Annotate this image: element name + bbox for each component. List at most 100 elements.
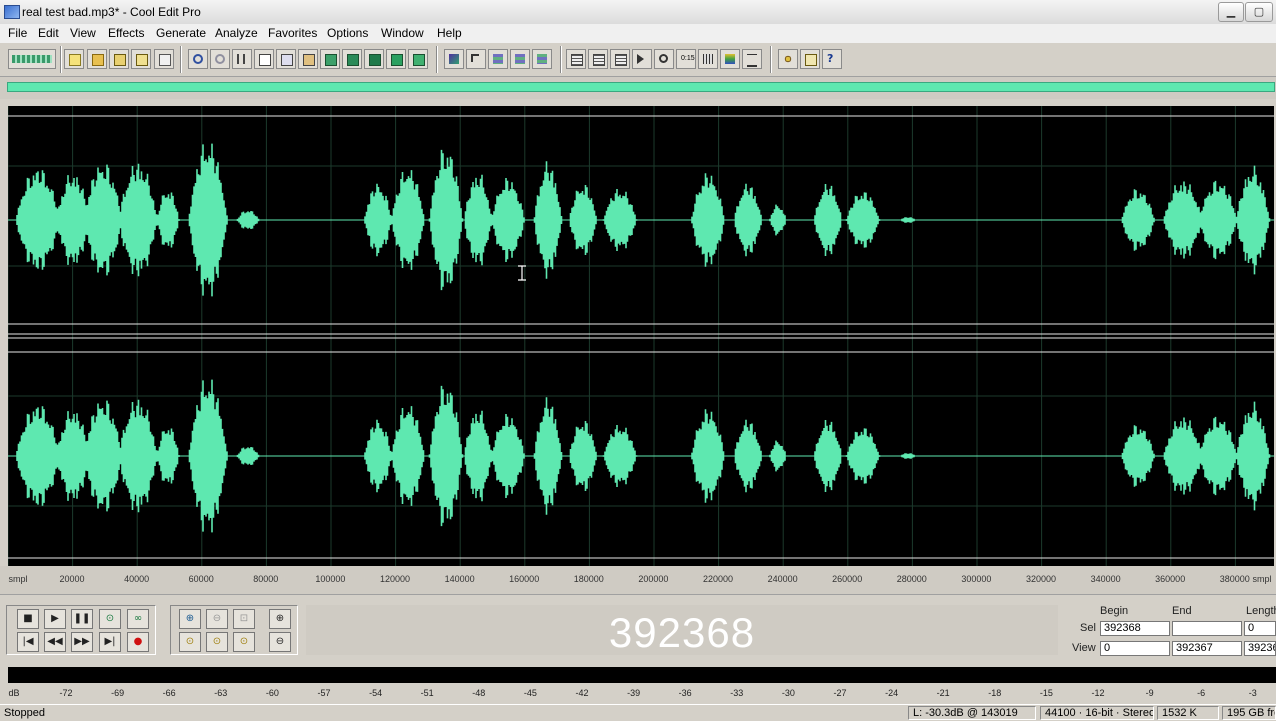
menu-window[interactable]: Window: [381, 26, 424, 40]
paste-special-button[interactable]: [408, 49, 428, 69]
title-bar: real test bad.mp3* - Cool Edit Pro ▁ ▢: [0, 0, 1276, 25]
new-file-button[interactable]: [64, 49, 84, 69]
settings-button[interactable]: [778, 49, 798, 69]
mix-paste-button[interactable]: [342, 49, 362, 69]
zoom-in-horizontal-button[interactable]: ⊕: [179, 609, 201, 629]
rewind-button[interactable]: ◀◀: [44, 632, 66, 652]
copy-button[interactable]: [254, 49, 274, 69]
show-levels-button[interactable]: [610, 49, 630, 69]
spectral-view-button[interactable]: [466, 49, 486, 69]
go-to-end-button[interactable]: ▶|: [99, 632, 121, 652]
meter-tick-label: -48: [472, 688, 486, 698]
paste-to-new-button[interactable]: [320, 49, 340, 69]
save-button[interactable]: [109, 49, 129, 69]
menu-help[interactable]: Help: [437, 26, 462, 40]
menu-favorites[interactable]: Favorites: [268, 26, 317, 40]
sel-begin-field[interactable]: 392368: [1100, 621, 1170, 636]
view-begin-field[interactable]: 0: [1100, 641, 1170, 656]
delete-silence-button[interactable]: [386, 49, 406, 69]
show-keyboard-button[interactable]: [698, 49, 718, 69]
zoom-right-button[interactable]: ⊙: [206, 632, 228, 652]
open-file-button[interactable]: [87, 49, 107, 69]
meter-tick-label: -15: [1039, 688, 1053, 698]
menu-edit[interactable]: Edit: [38, 26, 59, 40]
meter-tick-label: -18: [988, 688, 1002, 698]
info-button[interactable]: [532, 49, 552, 69]
trim-button[interactable]: [364, 49, 384, 69]
time-format-icon: 0:15: [681, 55, 695, 62]
ruler-tick-label: 180000: [573, 574, 604, 584]
menu-view[interactable]: View: [70, 26, 96, 40]
status-level: L: -30.3dB @ 143019: [908, 706, 1036, 720]
zoom-selection-button[interactable]: ⊙: [233, 632, 255, 652]
show-cues-button[interactable]: [488, 49, 508, 69]
playlist-button[interactable]: [510, 49, 530, 69]
pause-button[interactable]: ❚❚: [71, 609, 93, 629]
minimize-button[interactable]: ▁: [1218, 2, 1244, 22]
zoom-full-button[interactable]: ⊡: [233, 609, 255, 629]
zoom-out-horizontal-button[interactable]: ⊖: [206, 609, 228, 629]
help-button[interactable]: ?: [822, 49, 842, 69]
menu-options[interactable]: Options: [327, 26, 368, 40]
menu-generate[interactable]: Generate: [156, 26, 206, 40]
ruler-unit-label: smpl: [8, 574, 28, 584]
undo-icon: [193, 54, 203, 64]
undo-button[interactable]: [188, 49, 208, 69]
zoom-left-button[interactable]: ⊙: [179, 632, 201, 652]
show-transport-button[interactable]: [632, 49, 652, 69]
record-button[interactable]: ●: [127, 632, 149, 652]
copy-to-new-button[interactable]: [276, 49, 296, 69]
loop-button[interactable]: ∞: [127, 609, 149, 629]
time-ruler[interactable]: smpl 20000 40000 60000 80000 100000 120000 140…: [0, 566, 1276, 595]
stop-button[interactable]: ■: [17, 609, 39, 629]
multitrack-toggle-button[interactable]: [8, 49, 56, 69]
paste-special-icon: [413, 54, 425, 66]
transport-icon: [637, 54, 644, 64]
play-to-end-button[interactable]: ⊙: [99, 609, 121, 629]
toolbar: 0:15 ?: [0, 43, 1276, 77]
waveform-display[interactable]: [8, 106, 1274, 566]
sel-end-field[interactable]: [1172, 621, 1242, 636]
waveform-canvas[interactable]: [8, 106, 1274, 566]
show-selection-button[interactable]: [588, 49, 608, 69]
cut-button[interactable]: [232, 49, 252, 69]
meter-tick-label: -30: [781, 688, 795, 698]
zoom-out-vertical-icon: ⊖: [275, 636, 285, 647]
ruler-tick-label: 60000: [188, 574, 214, 584]
fast-forward-button[interactable]: ▶▶: [71, 632, 93, 652]
view-length-field[interactable]: 39236: [1244, 641, 1276, 656]
mix-paste-icon: [347, 54, 359, 66]
paste-to-new-icon: [325, 54, 337, 66]
app-icon[interactable]: [4, 5, 20, 19]
ruler-tick-label: 80000: [253, 574, 279, 584]
maximize-button[interactable]: ▢: [1245, 2, 1273, 22]
left-channel-waveform[interactable]: [8, 143, 1274, 297]
play-button[interactable]: ▶: [44, 609, 66, 629]
go-to-start-button[interactable]: |◀: [17, 632, 39, 652]
zoom-out-vertical-button[interactable]: ⊖: [269, 632, 291, 652]
right-channel-waveform[interactable]: [8, 379, 1274, 533]
scripts-button[interactable]: [800, 49, 820, 69]
menu-analyze[interactable]: Analyze: [215, 26, 258, 40]
view-end-field[interactable]: 392367: [1172, 641, 1242, 656]
show-color-button[interactable]: [720, 49, 740, 69]
pause-icon: ❚❚: [73, 613, 91, 624]
ruler-tick-label: 360000: [1155, 574, 1186, 584]
menu-file[interactable]: File: [8, 26, 27, 40]
zoom-in-vertical-button[interactable]: ⊕: [269, 609, 291, 629]
waveform-view-button[interactable]: [444, 49, 464, 69]
toolbar-separator: [770, 46, 772, 73]
ruler-tick-label: 40000: [124, 574, 150, 584]
show-time-window-button[interactable]: [566, 49, 586, 69]
show-status-button[interactable]: [742, 49, 762, 69]
close-file-button[interactable]: [154, 49, 174, 69]
show-zoom-button[interactable]: [654, 49, 674, 69]
sel-length-field[interactable]: 0: [1244, 621, 1276, 636]
save-as-button[interactable]: [131, 49, 151, 69]
paste-button[interactable]: [298, 49, 318, 69]
menu-effects[interactable]: Effects: [108, 26, 144, 40]
overview-range[interactable]: [7, 82, 1275, 92]
show-time-button[interactable]: 0:15: [676, 49, 696, 69]
redo-button[interactable]: [210, 49, 230, 69]
meter-tick-label: -27: [833, 688, 847, 698]
